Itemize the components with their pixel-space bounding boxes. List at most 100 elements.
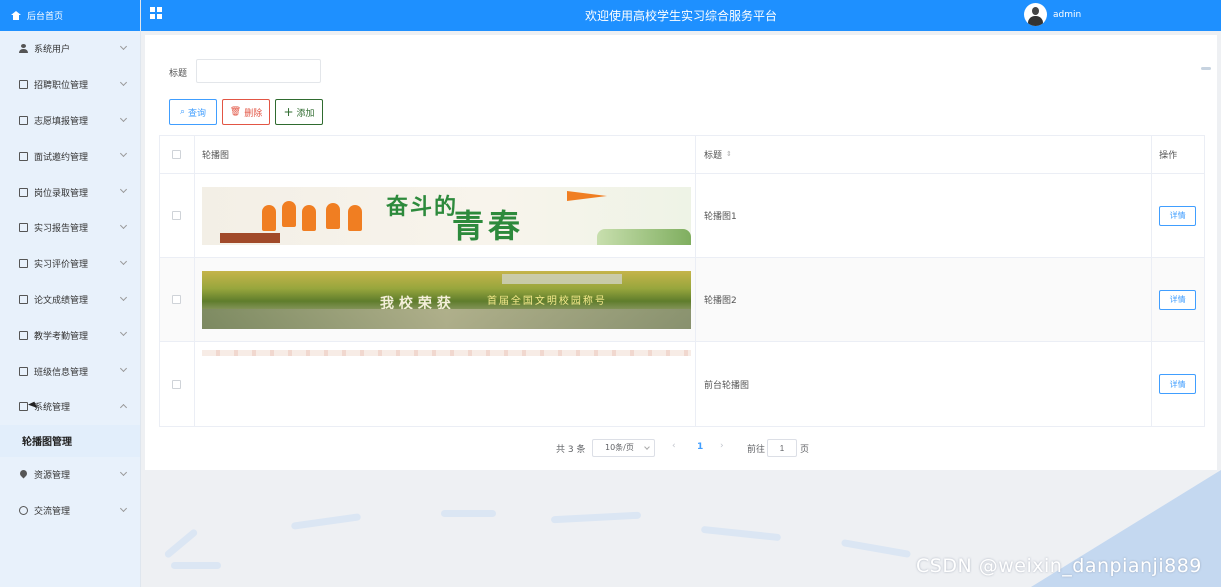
title-search-input[interactable]	[196, 59, 321, 83]
carousel-image: 我校荣获 首届全国文明校园称号	[201, 270, 691, 329]
document-icon	[19, 151, 28, 161]
sidebar-item-label: 教学考勤管理	[34, 331, 89, 342]
table-row: 我校荣获 首届全国文明校园称号 轮播图2 详情	[160, 258, 1204, 342]
sidebar-item-thesis[interactable]: 论文成绩管理	[0, 282, 140, 318]
add-button-label: 添加	[296, 108, 315, 119]
add-button[interactable]: + 添加	[275, 99, 323, 125]
search-label: 标题	[169, 69, 188, 79]
chevron-down-icon	[644, 444, 650, 450]
sidebar-item-label: 班级信息管理	[34, 367, 89, 378]
row-checkbox[interactable]	[172, 379, 182, 389]
top-bar: 欢迎使用高校学生实习综合服务平台 admin	[141, 0, 1221, 31]
document-icon	[19, 259, 28, 269]
query-button[interactable]: ⌕ 查询	[169, 99, 217, 125]
chevron-down-icon	[119, 221, 128, 230]
sidebar: 后台首页 系统用户 招聘职位管理 志愿填报管理 面试邀约管理 岗位录取管理 实习…	[0, 0, 141, 587]
avatar[interactable]	[1024, 3, 1047, 26]
sidebar-item-label: 面试邀约管理	[34, 152, 89, 163]
chevron-down-icon	[119, 257, 128, 265]
sidebar-item-admission[interactable]: 岗位录取管理	[0, 174, 140, 210]
trash-icon: 🗑	[229, 107, 242, 117]
document-icon	[19, 80, 28, 90]
document-icon	[19, 115, 28, 125]
chevron-down-icon	[119, 504, 128, 512]
goto-unit-label: 页	[800, 445, 810, 455]
sort-icon[interactable]: ⇕	[726, 151, 732, 158]
page-size-select[interactable]: 10条/页	[592, 439, 655, 457]
sidebar-item-label: 论文成绩管理	[34, 295, 89, 306]
next-page-button[interactable]: ›	[720, 441, 724, 451]
search-icon: ⌕	[179, 107, 186, 117]
chevron-down-icon	[119, 150, 128, 158]
document-icon	[19, 294, 28, 304]
column-header-title: 标题	[703, 151, 722, 161]
sidebar-item-interview[interactable]: 面试邀约管理	[0, 138, 140, 174]
sidebar-item-communication[interactable]: 交流管理	[0, 493, 140, 529]
watermark: CSDN @weixin_danpianji889	[916, 555, 1202, 577]
delete-button[interactable]: 🗑 删除	[222, 99, 270, 125]
detail-button[interactable]: 详情	[1159, 205, 1197, 226]
user-name[interactable]: admin	[1053, 10, 1081, 20]
query-button-label: 查询	[188, 108, 207, 119]
column-header-title-sortable[interactable]: 标题 ⇕	[696, 136, 1153, 173]
sidebar-subitem-label: 轮播图管理	[22, 437, 72, 449]
sidebar-home[interactable]: 后台首页	[0, 0, 140, 31]
main-panel: 标题 ⌕ 查询 🗑 删除 + 添加 轮播图 标题 ⇕ 操作 奋斗的 青春 轮播图…	[145, 35, 1217, 470]
row-checkbox[interactable]	[172, 295, 182, 304]
home-icon	[11, 11, 21, 20]
sidebar-item-label: 交流管理	[34, 506, 71, 517]
chevron-down-icon	[119, 78, 128, 86]
row-checkbox[interactable]	[172, 211, 182, 220]
banner-text: 青春	[451, 206, 524, 245]
chevron-down-icon	[119, 365, 128, 373]
sidebar-item-application[interactable]: 志愿填报管理	[0, 103, 140, 139]
row-title: 前台轮播图	[703, 380, 749, 391]
sidebar-item-label: 系统用户	[34, 45, 71, 56]
column-header-image: 轮播图	[201, 151, 229, 161]
page-number-current[interactable]: 1	[697, 442, 703, 452]
document-icon	[19, 223, 28, 233]
page-size-value: 10条/页	[605, 443, 634, 452]
sidebar-item-system-users[interactable]: 系统用户	[0, 31, 140, 67]
detail-button[interactable]: 详情	[1159, 374, 1197, 394]
select-all-checkbox[interactable]	[172, 150, 182, 159]
document-icon	[19, 366, 28, 376]
sidebar-item-label: 系统管理	[34, 403, 71, 414]
detail-button[interactable]: 详情	[1159, 289, 1197, 310]
sidebar-item-label: 资源管理	[34, 471, 71, 482]
chevron-down-icon	[119, 293, 128, 301]
sidebar-item-label: 招聘职位管理	[34, 81, 89, 92]
scrollbar-thumb[interactable]	[1201, 67, 1211, 70]
sidebar-item-evaluation[interactable]: 实习评价管理	[0, 246, 140, 282]
carousel-image: 奋斗的 青春	[201, 186, 691, 245]
goto-label: 前往	[747, 445, 766, 455]
row-title: 轮播图2	[703, 296, 737, 306]
pagination: 共 3 条 10条/页 ‹ 1 › 前往 页	[145, 439, 1217, 457]
pin-icon	[19, 470, 28, 479]
chevron-down-icon	[119, 186, 128, 194]
table-row: 前台轮播图 详情	[160, 342, 1204, 426]
sidebar-item-label: 实习报告管理	[34, 224, 89, 235]
image-icon	[19, 402, 28, 412]
sidebar-item-class[interactable]: 班级信息管理	[0, 353, 140, 389]
sidebar-item-attendance[interactable]: 教学考勤管理	[0, 317, 140, 353]
sidebar-item-resources[interactable]: 资源管理	[0, 457, 140, 493]
table-header: 轮播图 标题 ⇕ 操作	[160, 136, 1204, 174]
sidebar-subitem-carousel[interactable]: 轮播图管理	[0, 424, 140, 457]
chevron-down-icon	[119, 329, 128, 337]
prev-page-button[interactable]: ‹	[672, 441, 676, 451]
column-header-actions: 操作	[1159, 151, 1178, 161]
banner-text: 首届全国文明校园称号	[486, 295, 607, 307]
sidebar-item-label: 实习评价管理	[34, 260, 89, 271]
sidebar-item-system[interactable]: 系统管理	[0, 389, 140, 425]
document-icon	[19, 330, 28, 340]
sidebar-item-recruitment[interactable]: 招聘职位管理	[0, 67, 140, 103]
carousel-table: 轮播图 标题 ⇕ 操作 奋斗的 青春 轮播图1 详情 我校荣获 首届全国文明校园…	[159, 135, 1205, 427]
carousel-image	[201, 350, 691, 356]
goto-page-input[interactable]	[767, 439, 797, 457]
sidebar-item-label: 岗位录取管理	[34, 188, 89, 199]
sidebar-item-label: 志愿填报管理	[34, 116, 89, 127]
chevron-up-icon	[119, 403, 128, 412]
sidebar-item-report[interactable]: 实习报告管理	[0, 210, 140, 246]
delete-button-label: 删除	[244, 108, 263, 119]
